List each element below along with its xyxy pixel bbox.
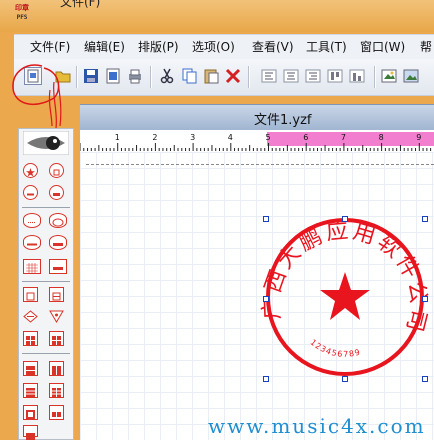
application-window: 印章 PFS 文件(F) 文件(F) 编辑(E) 排版(P) 选项(O) 查看(…: [0, 0, 434, 440]
ruler-label: 4: [228, 133, 233, 142]
horizontal-ruler: 1 2 3 4 5 6 7 8 9: [80, 130, 434, 153]
app-logo-top: 印章: [15, 4, 29, 12]
align-bottom-icon[interactable]: [348, 67, 366, 85]
oval-double-icon[interactable]: [49, 213, 67, 228]
star-square-icon[interactable]: [49, 163, 64, 178]
toolbar-separator: [76, 66, 78, 88]
grid-square-2-icon[interactable]: [49, 331, 64, 346]
menu-help[interactable]: 帮: [420, 38, 432, 55]
watermark-text: www.music4x.com: [208, 414, 426, 438]
grid-square-8-icon[interactable]: [49, 405, 64, 420]
palette-separator: [22, 281, 70, 282]
app-logo: 印章 PFS: [12, 4, 32, 24]
open-folder-icon[interactable]: [380, 67, 398, 85]
rect-dotted-icon[interactable]: [49, 259, 67, 274]
align-right-icon[interactable]: [304, 67, 322, 85]
ruler-label: 3: [190, 133, 195, 142]
app-logo-bottom: PFS: [16, 14, 28, 21]
circle-bar-icon[interactable]: [49, 185, 64, 200]
eye-icon[interactable]: [23, 131, 69, 155]
annotation-scribble: [12, 64, 62, 129]
grid-square-9-icon[interactable]: [23, 425, 38, 440]
image-icon[interactable]: [402, 67, 420, 85]
menu-tools[interactable]: 工具(T): [306, 38, 347, 55]
ruler-label: 6: [303, 133, 308, 142]
delete-icon[interactable]: [224, 67, 242, 85]
align-left-icon[interactable]: [260, 67, 278, 85]
grid-square-icon[interactable]: [23, 331, 38, 346]
menu-bar: 文件(F) 编辑(E) 排版(P) 选项(O) 查看(V) 工具(T) 窗口(W…: [14, 34, 434, 60]
square-split-icon[interactable]: [49, 287, 64, 302]
resize-handle-n[interactable]: [342, 216, 348, 222]
seal-serial-text: 123456789: [309, 338, 362, 359]
oval-dotted-icon[interactable]: [23, 213, 41, 228]
rect-grid-icon[interactable]: [23, 259, 41, 274]
document-title: 文件1.yzf: [254, 113, 312, 128]
menu-edit[interactable]: 编辑(E): [84, 38, 125, 55]
grid-square-5-icon[interactable]: [23, 383, 38, 398]
ruler-label: 5: [266, 133, 271, 142]
oval-line-icon[interactable]: [23, 235, 41, 250]
resize-handle-sw[interactable]: [263, 376, 269, 382]
triangle-star-icon[interactable]: [49, 309, 64, 324]
resize-handle-nw[interactable]: [263, 216, 269, 222]
circle-line-icon[interactable]: [23, 185, 38, 200]
palette-separator: [22, 207, 70, 208]
title-fragment: 文件(F): [60, 0, 101, 9]
resize-handle-w[interactable]: [263, 296, 269, 302]
menu-layout[interactable]: 排版(P): [138, 38, 179, 55]
document-title-bar: 文件1.yzf: [80, 104, 434, 131]
palette-separator: [22, 353, 70, 354]
seal-star-icon: [320, 272, 370, 320]
square-inner-icon[interactable]: [23, 287, 38, 302]
toolbar-separator: [248, 66, 250, 88]
toolbar-separator: [150, 66, 152, 88]
cut-icon[interactable]: [158, 67, 176, 85]
ruler-ticks: 1 2 3 4 5 6 7 8 9: [80, 133, 432, 151]
align-center-icon[interactable]: [282, 67, 300, 85]
star-circle-icon[interactable]: [23, 163, 38, 178]
toolbar-separator: [374, 66, 376, 88]
oval-bar-icon[interactable]: [49, 235, 67, 250]
ruler-label: 9: [416, 133, 421, 142]
title-bar: 印章 PFS 文件(F): [0, 0, 434, 32]
ruler-label: 1: [115, 133, 120, 142]
print-icon[interactable]: [126, 67, 144, 85]
grid-square-7-icon[interactable]: [23, 405, 38, 420]
diamond-icon[interactable]: [23, 309, 38, 324]
align-top-icon[interactable]: [326, 67, 344, 85]
company-seal[interactable]: 广西大鹏应用软件公司 123456789: [260, 212, 430, 382]
menu-window[interactable]: 窗口(W): [360, 38, 405, 55]
ruler-label: 8: [379, 133, 384, 142]
resize-handle-ne[interactable]: [422, 216, 428, 222]
grid-square-4-icon[interactable]: [49, 361, 64, 376]
grid-square-3-icon[interactable]: [23, 361, 38, 376]
paste-icon[interactable]: [202, 67, 220, 85]
menu-view[interactable]: 查看(V): [252, 38, 294, 55]
export-icon[interactable]: [104, 67, 122, 85]
menu-file[interactable]: 文件(F): [30, 38, 70, 55]
ruler-label: 2: [152, 133, 157, 142]
resize-handle-e[interactable]: [422, 296, 428, 302]
shape-palette: [18, 128, 74, 440]
save-icon[interactable]: [82, 67, 100, 85]
menu-options[interactable]: 选项(O): [192, 38, 235, 55]
page-margin-guide: [86, 164, 434, 165]
ruler-label: 7: [341, 133, 346, 142]
resize-handle-s[interactable]: [342, 376, 348, 382]
resize-handle-se[interactable]: [422, 376, 428, 382]
copy-icon[interactable]: [180, 67, 198, 85]
grid-square-6-icon[interactable]: [49, 383, 64, 398]
toolbar: [14, 59, 434, 96]
